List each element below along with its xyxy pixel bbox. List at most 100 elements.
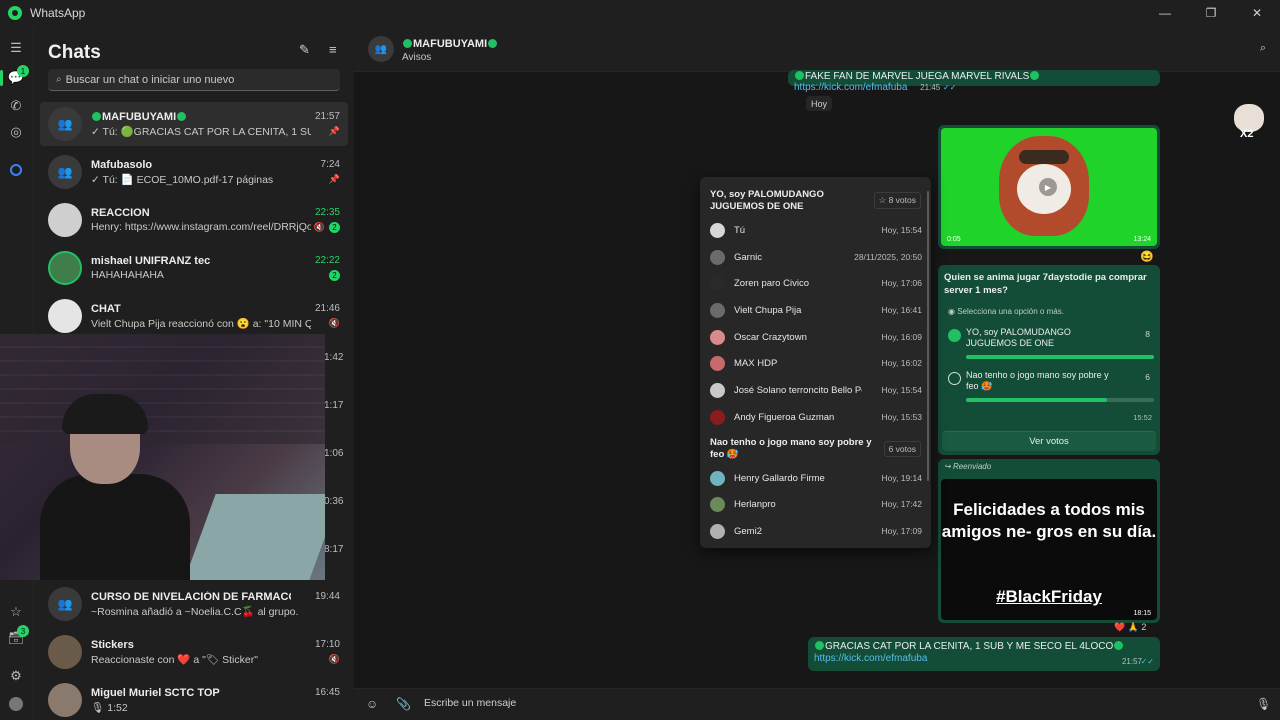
chat-item-stickers[interactable]: Stickers 17:10 Reaccionaste con ❤️ a "🏷 …	[40, 630, 348, 674]
cat-sticker[interactable]: X2	[1232, 100, 1266, 140]
poll-hint-text: Selecciona una opción o más.	[957, 307, 1064, 316]
chat-name: CURSO DE NIVELACIÓN DE FARMACOLOGÍA	[91, 591, 291, 603]
starred-icon[interactable]: ☆	[6, 602, 26, 622]
voter-row[interactable]: Herlanpro Hoy, 17:42	[710, 495, 922, 515]
popup-scrollbar[interactable]	[927, 191, 929, 481]
message-link[interactable]: https://kick.com/efmafuba	[794, 82, 907, 93]
voter-time: Hoy, 16:09	[881, 332, 922, 342]
chat-item-miguel[interactable]: Miguel Muriel SCTC TOP 16:45 🎙 1:52	[40, 678, 348, 720]
date-separator: Hoy	[806, 96, 832, 111]
image-text: Felicidades a todos mis amigos ne- gros …	[941, 500, 1157, 541]
voter-row[interactable]: MAX HDP Hoy, 16:02	[710, 354, 922, 374]
voter-row[interactable]: Garnic 28/11/2025, 20:50	[710, 248, 922, 268]
checkmark-icon[interactable]	[948, 329, 961, 342]
message-reactions[interactable]: ❤️ 🙏 2	[1114, 622, 1146, 633]
filter-icon[interactable]: ≡	[329, 42, 337, 57]
message-time: 15:52	[1133, 413, 1152, 422]
multi-select-icon: ◉	[948, 307, 958, 316]
message-link[interactable]: https://kick.com/efmafuba	[814, 653, 927, 664]
message-bubble[interactable]: GRACIAS CAT POR LA CENITA, 1 SUB Y ME SE…	[808, 637, 1160, 671]
emoji-icon[interactable]: ☺	[366, 697, 378, 711]
streamer-body	[40, 474, 190, 580]
unread-badge: 2	[329, 222, 340, 233]
conversation-panel: 👥 MAFUBUYAMI Avisos ⌕ FAKE FAN DE MARVEL…	[354, 26, 1280, 720]
chat-preview: ✓ Tú: 🟢GRACIAS CAT POR LA CENITA, 1 SUB …	[91, 126, 311, 138]
message-time: 13:24	[1133, 236, 1151, 243]
voters-section-count: ☆ 8 votos	[873, 192, 921, 209]
chat-item-farmacologia[interactable]: 👥 CURSO DE NIVELACIÓN DE FARMACOLOGÍA 19…	[40, 582, 348, 626]
contact-avatar	[48, 251, 82, 285]
close-button[interactable]: ✕	[1234, 0, 1280, 26]
chat-name: Miguel Muriel SCTC TOP	[91, 687, 220, 699]
search-box[interactable]: ⌕	[48, 69, 340, 91]
voter-row[interactable]: Andy Figueroa Guzman Hoy, 15:53	[710, 408, 922, 428]
voter-name: MAX HDP	[734, 358, 778, 369]
voter-row[interactable]: Gemi2 Hoy, 17:09	[710, 522, 922, 542]
webcam-overlay	[0, 334, 325, 580]
chat-name: REACCION	[91, 207, 150, 219]
search-input[interactable]	[65, 73, 326, 86]
poll-message: Quien se anima jugar 7daystodie pa compr…	[938, 265, 1160, 455]
chat-time: 1:17	[324, 400, 344, 411]
muted-icon: 🔇	[328, 318, 340, 328]
chat-preview: Henry: https://www.instagram.com/reel/DR…	[91, 221, 311, 233]
calls-icon[interactable]: ✆	[6, 96, 26, 116]
chats-icon[interactable]: 💬 1	[6, 65, 29, 88]
minimize-button[interactable]: —	[1142, 0, 1188, 26]
status-icon[interactable]: ◎	[6, 122, 26, 142]
message-text: FAKE FAN DE MARVEL JUEGA MARVEL RIVALS	[805, 71, 1030, 82]
unread-badge: 2	[329, 270, 340, 281]
video-message[interactable]: ▶ 0:05 13:24	[938, 125, 1160, 249]
voters-section-title: Nao tenho o jogo mano soy pobre y feo 🥵	[710, 437, 872, 460]
voter-row[interactable]: Zoren paro Civico Hoy, 17:06	[710, 274, 922, 294]
attach-paperclip-icon[interactable]: 📎	[396, 697, 411, 711]
voter-row[interactable]: Vielt Chupa Pija Hoy, 16:41	[710, 301, 922, 321]
voter-name: Gemi2	[734, 526, 762, 537]
forwarded-label: ↪ Reenviado	[944, 462, 991, 471]
voter-time: Hoy, 15:54	[881, 385, 922, 395]
archived-badge: 3	[17, 625, 29, 637]
chat-item-mafubuyami[interactable]: 👥 MAFUBUYAMI 21:57 ✓ Tú: 🟢GRACIAS CAT PO…	[40, 102, 348, 146]
radio-circle-icon[interactable]	[948, 372, 961, 385]
green-circle-icon	[92, 112, 101, 121]
play-icon[interactable]: ▶	[1039, 178, 1057, 196]
voter-name: Garnic	[734, 252, 762, 263]
message-input[interactable]	[424, 697, 1204, 709]
green-circle-icon	[815, 641, 824, 650]
laughing-emoji-reaction[interactable]: 😆	[1140, 250, 1154, 263]
chat-item-mishael[interactable]: mishael UNIFRANZ tec 22:22 HAHAHAHAHA 2	[40, 246, 348, 290]
profile-avatar[interactable]	[6, 694, 26, 714]
chat-item-chat[interactable]: CHAT 21:46 Vielt Chupa Pija reaccionó co…	[40, 294, 348, 338]
search-icon[interactable]: ⌕	[1260, 42, 1266, 55]
video-thumbnail[interactable]: ▶ 0:05 13:24	[941, 128, 1157, 246]
group-avatar-icon: 👥	[48, 587, 82, 621]
forwarded-image-message[interactable]: ↪ Reenviado Felicidades a todos mis amig…	[938, 459, 1160, 623]
voter-row[interactable]: Henry Gallardo Firme Hoy, 19:14	[710, 469, 922, 489]
chat-item-reaccion[interactable]: REACCION 22:35 Henry: https://www.instag…	[40, 198, 348, 242]
settings-gear-icon[interactable]: ⚙	[6, 666, 26, 686]
conversation-header[interactable]: 👥 MAFUBUYAMI Avisos ⌕	[354, 26, 1280, 72]
forwarded-image[interactable]: Felicidades a todos mis amigos ne- gros …	[941, 479, 1157, 620]
see-votes-button[interactable]: Ver votos	[942, 431, 1156, 451]
whatsapp-logo-icon	[8, 6, 22, 20]
new-chat-icon[interactable]: ✎	[299, 42, 310, 58]
window-title: WhatsApp	[30, 6, 86, 20]
menu-icon[interactable]: ☰	[6, 38, 26, 58]
group-avatar-icon: 👥	[48, 107, 82, 141]
archived-icon[interactable]: 🗃 3	[6, 625, 29, 648]
message-bubble[interactable]: FAKE FAN DE MARVEL JUEGA MARVEL RIVALS h…	[788, 70, 1160, 93]
voter-row[interactable]: José Solano terroncito Bello Pelud... Hoy…	[710, 381, 922, 401]
voter-row[interactable]: Tú Hoy, 15:54	[710, 221, 922, 241]
voter-row[interactable]: Oscar Crazytown Hoy, 16:09	[710, 328, 922, 348]
voter-time: Hoy, 19:14	[881, 473, 922, 483]
video-duration: 0:05	[947, 236, 961, 243]
read-ticks-icon: ✓✓	[942, 83, 957, 92]
voter-time: Hoy, 17:09	[881, 526, 922, 536]
maximize-button[interactable]: ❐	[1188, 0, 1234, 26]
poll-option-fill	[966, 398, 1107, 402]
meta-ai-icon[interactable]	[6, 160, 26, 180]
poll-option-text: Nao tenho o jogo mano soy pobre y feo 🥵	[966, 370, 1109, 391]
search-icon: ⌕	[56, 74, 62, 85]
microphone-icon[interactable]: 🎙	[1256, 697, 1271, 711]
chat-item-mafubasolo[interactable]: 👥 Mafubasolo 7:24 ✓ Tú: 📄 ECOE_10MO.pdf-…	[40, 150, 348, 194]
